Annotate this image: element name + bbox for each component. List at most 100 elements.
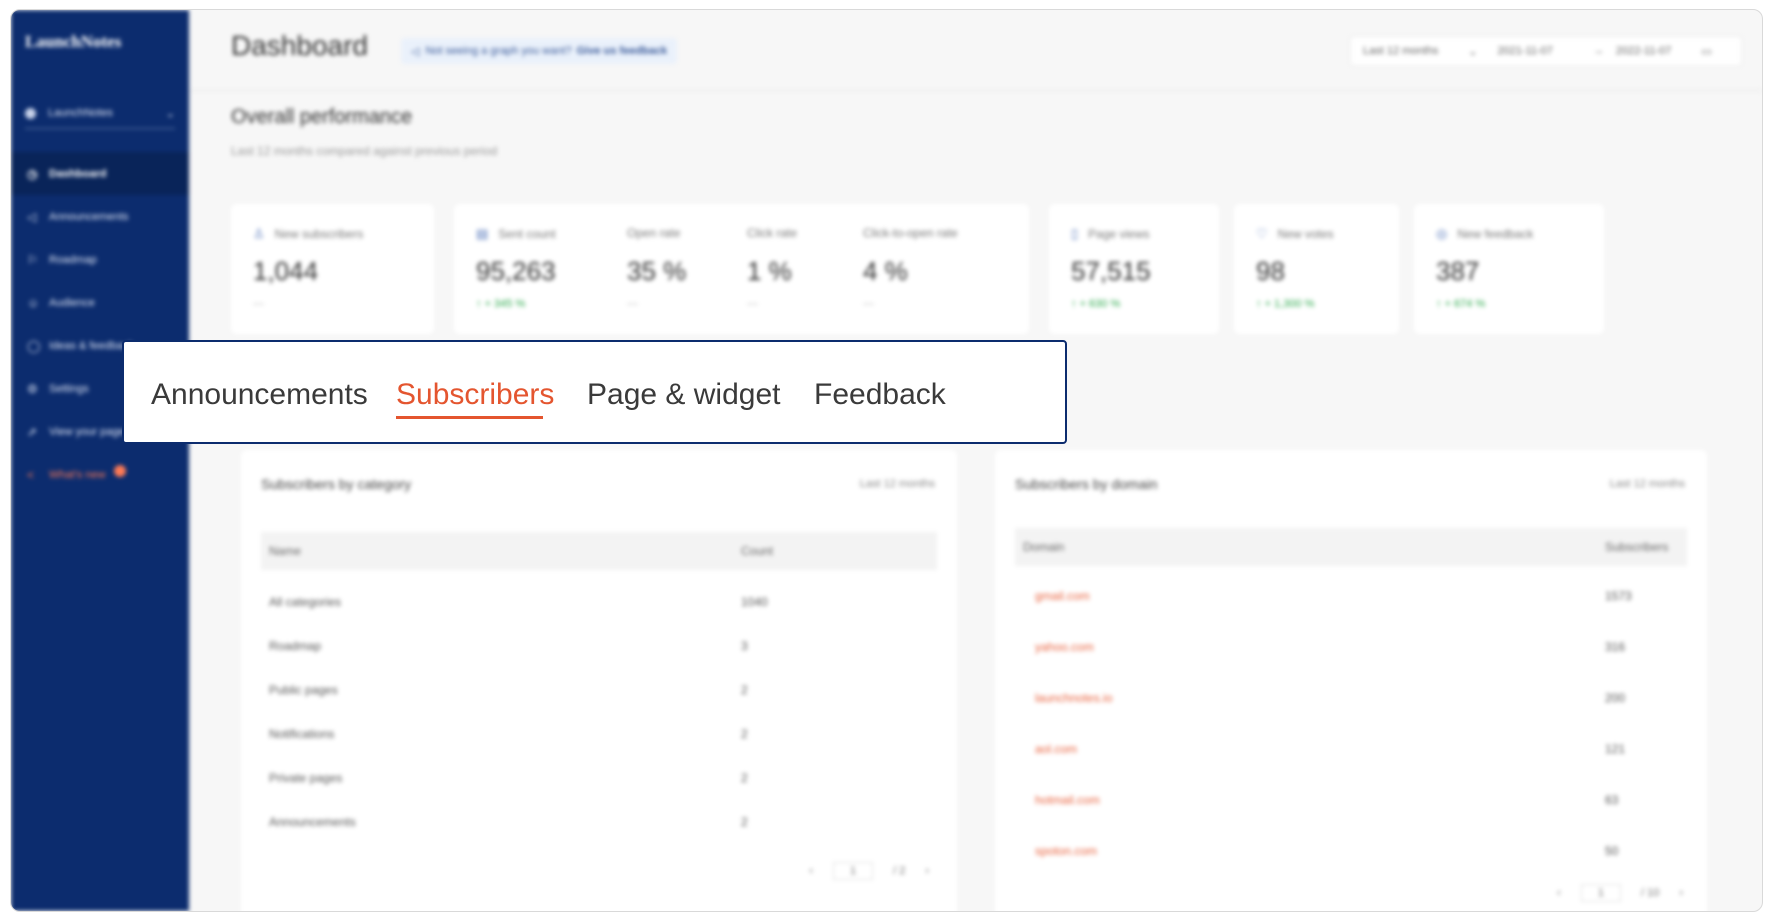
workspace-switcher[interactable]: LaunchNotes ⌄ xyxy=(25,98,175,129)
domain-link[interactable]: yahoo.com xyxy=(1035,640,1094,654)
page-total: / 10 xyxy=(1640,887,1660,899)
tab-page-widget[interactable]: Page & widget xyxy=(587,380,780,410)
sidebar-item-roadmap[interactable]: ⚐ Roadmap xyxy=(11,238,189,281)
metric-delta: — xyxy=(863,298,874,310)
chat-icon: ◎ xyxy=(1436,226,1448,241)
sidebar: LaunchNotes LaunchNotes ⌄ ◷ Dashboard ◁ … xyxy=(11,10,189,911)
sidebar-nav: ◷ Dashboard ◁ Announcements ⚐ Roadmap ☺ … xyxy=(11,152,189,496)
sidebar-item-audience[interactable]: ☺ Audience xyxy=(11,281,189,324)
chevron-down-icon: ⌄ xyxy=(1468,45,1478,58)
domain-panel: Subscribers by domain Last 12 months Dom… xyxy=(995,450,1707,911)
page-input[interactable]: 1 xyxy=(1580,884,1621,902)
table-row: Announcements 2 xyxy=(261,800,937,844)
table-row: Roadmap 3 xyxy=(261,624,937,668)
metric-label: Page views xyxy=(1088,227,1150,241)
date-from[interactable]: 2021-11-07 xyxy=(1477,45,1552,57)
gear-icon: ⚙ xyxy=(27,381,38,396)
metric-card-email: ▤ Sent count 95,263 ↑ + 345 % Open rate 3… xyxy=(454,204,1029,334)
delta-value: + 630 % xyxy=(1079,298,1121,310)
metric-card-page-views: ▯ Page views 57,515 ↑ + 630 % xyxy=(1049,204,1219,334)
section-title: Overall performance xyxy=(231,106,413,128)
metric-delta: ↑ + 1,300 % xyxy=(1256,298,1315,310)
domain-link[interactable]: gmail.com xyxy=(1035,589,1090,603)
feedback-hint[interactable]: ◁ Not seeing a graph you want? Give us f… xyxy=(401,38,678,64)
metric-label: Click rate xyxy=(747,226,798,240)
table-row: hotmail.com 63 xyxy=(1015,778,1687,822)
tab-feedback[interactable]: Feedback xyxy=(814,380,946,410)
cell-count: 2 xyxy=(741,683,748,697)
metric-delta: ↑ + 674 % xyxy=(1436,298,1486,310)
cell-count: 63 xyxy=(1605,793,1619,807)
metric-value: 1 % xyxy=(747,256,792,286)
cell-count: 2 xyxy=(741,815,748,829)
domain-link[interactable]: spoton.com xyxy=(1035,844,1097,858)
cell-name: All categories xyxy=(269,595,342,609)
sidebar-item-dashboard[interactable]: ◷ Dashboard xyxy=(11,152,189,195)
workspace-name: LaunchNotes xyxy=(48,107,113,119)
metric-label: Open rate xyxy=(627,226,681,240)
metric-value: 387 xyxy=(1436,256,1480,286)
table-header: Name Count xyxy=(261,532,937,570)
cell-name: Private pages xyxy=(269,771,343,785)
megaphone-icon: ◁ xyxy=(411,45,420,58)
tab-announcements[interactable]: Announcements xyxy=(151,380,368,410)
cell-count: 200 xyxy=(1605,691,1626,705)
table-row: yahoo.com 316 xyxy=(1015,625,1687,669)
app-window: LaunchNotes LaunchNotes ⌄ ◷ Dashboard ◁ … xyxy=(10,9,1763,912)
metric-value: 35 % xyxy=(627,256,687,286)
pagination: ‹ 1 / 10 › xyxy=(1557,884,1683,902)
sidebar-item-announcements[interactable]: ◁ Announcements xyxy=(11,195,189,238)
tab-bar-inner: Announcements Subscribers Page & widget … xyxy=(136,354,1053,430)
user-icon: ♙ xyxy=(253,226,265,241)
dashboard-tab-bar: Announcements Subscribers Page & widget … xyxy=(122,340,1067,444)
table-row: All categories 1040 xyxy=(261,580,937,624)
sidebar-item-label: Announcements xyxy=(49,210,129,223)
range-select[interactable]: Last 12 months xyxy=(1351,45,1438,57)
column-header: Count xyxy=(741,544,774,558)
delta-value: + 674 % xyxy=(1444,298,1486,310)
domain-link[interactable]: launchnotes.io xyxy=(1035,691,1112,705)
cell-name: Announcements xyxy=(269,815,356,829)
table-row: aol.com 121 xyxy=(1015,727,1687,771)
cell-count: 316 xyxy=(1605,640,1626,654)
section-subtitle: Last 12 months compared against previous… xyxy=(231,144,498,158)
lightbulb-icon: ◯ xyxy=(27,338,41,353)
panel-range: Last 12 months xyxy=(1609,478,1685,490)
table-header: Domain Subscribers xyxy=(1015,528,1687,566)
table-row: Notifications 2 xyxy=(261,712,937,756)
feedback-link[interactable]: Give us feedback xyxy=(577,45,668,57)
blurred-dashboard: LaunchNotes LaunchNotes ⌄ ◷ Dashboard ◁ … xyxy=(11,10,1762,911)
cell-count: 3 xyxy=(741,639,748,653)
metric-value: 98 xyxy=(1256,256,1285,286)
chevron-left-icon[interactable]: ‹ xyxy=(809,865,813,877)
domain-link[interactable]: hotmail.com xyxy=(1035,793,1100,807)
metric-value: 1,044 xyxy=(253,256,319,286)
panel-title: Subscribers by category xyxy=(261,476,412,492)
chevron-right-icon[interactable]: › xyxy=(925,865,929,877)
metric-delta: — xyxy=(627,298,638,310)
date-range-picker[interactable]: Last 12 months ⌄ 2021-11-07 → 2022-11-07… xyxy=(1350,36,1742,66)
chevron-right-icon[interactable]: › xyxy=(1679,887,1683,899)
sidebar-item-whats-new[interactable]: < What's new xyxy=(11,453,189,496)
column-header: Subscribers xyxy=(1605,540,1669,554)
metric-delta: — xyxy=(747,298,758,310)
metric-delta: ↑ + 345 % xyxy=(476,298,526,310)
page-input[interactable]: 1 xyxy=(832,862,874,880)
panel-title: Subscribers by domain xyxy=(1015,476,1158,492)
cell-count: 121 xyxy=(1605,742,1626,756)
heart-icon: ♡ xyxy=(1256,226,1268,241)
megaphone-icon: ◁ xyxy=(27,209,37,224)
roadmap-icon: ⚐ xyxy=(27,252,38,267)
metric-delta: — xyxy=(253,298,264,310)
clock-icon: ◷ xyxy=(27,166,38,181)
category-panel: Subscribers by category Last 12 months N… xyxy=(241,450,957,911)
chevron-left-icon[interactable]: ‹ xyxy=(1557,887,1561,899)
cell-count: 2 xyxy=(741,771,748,785)
table-row: Public pages 2 xyxy=(261,668,937,712)
date-to[interactable]: 2022-11-07 xyxy=(1604,45,1671,57)
tab-subscribers[interactable]: Subscribers xyxy=(396,380,554,410)
table-row: launchnotes.io 200 xyxy=(1015,676,1687,720)
arrow-right-icon: → xyxy=(1592,45,1604,57)
domain-link[interactable]: aol.com xyxy=(1035,742,1077,756)
cell-name: Public pages xyxy=(269,683,338,697)
